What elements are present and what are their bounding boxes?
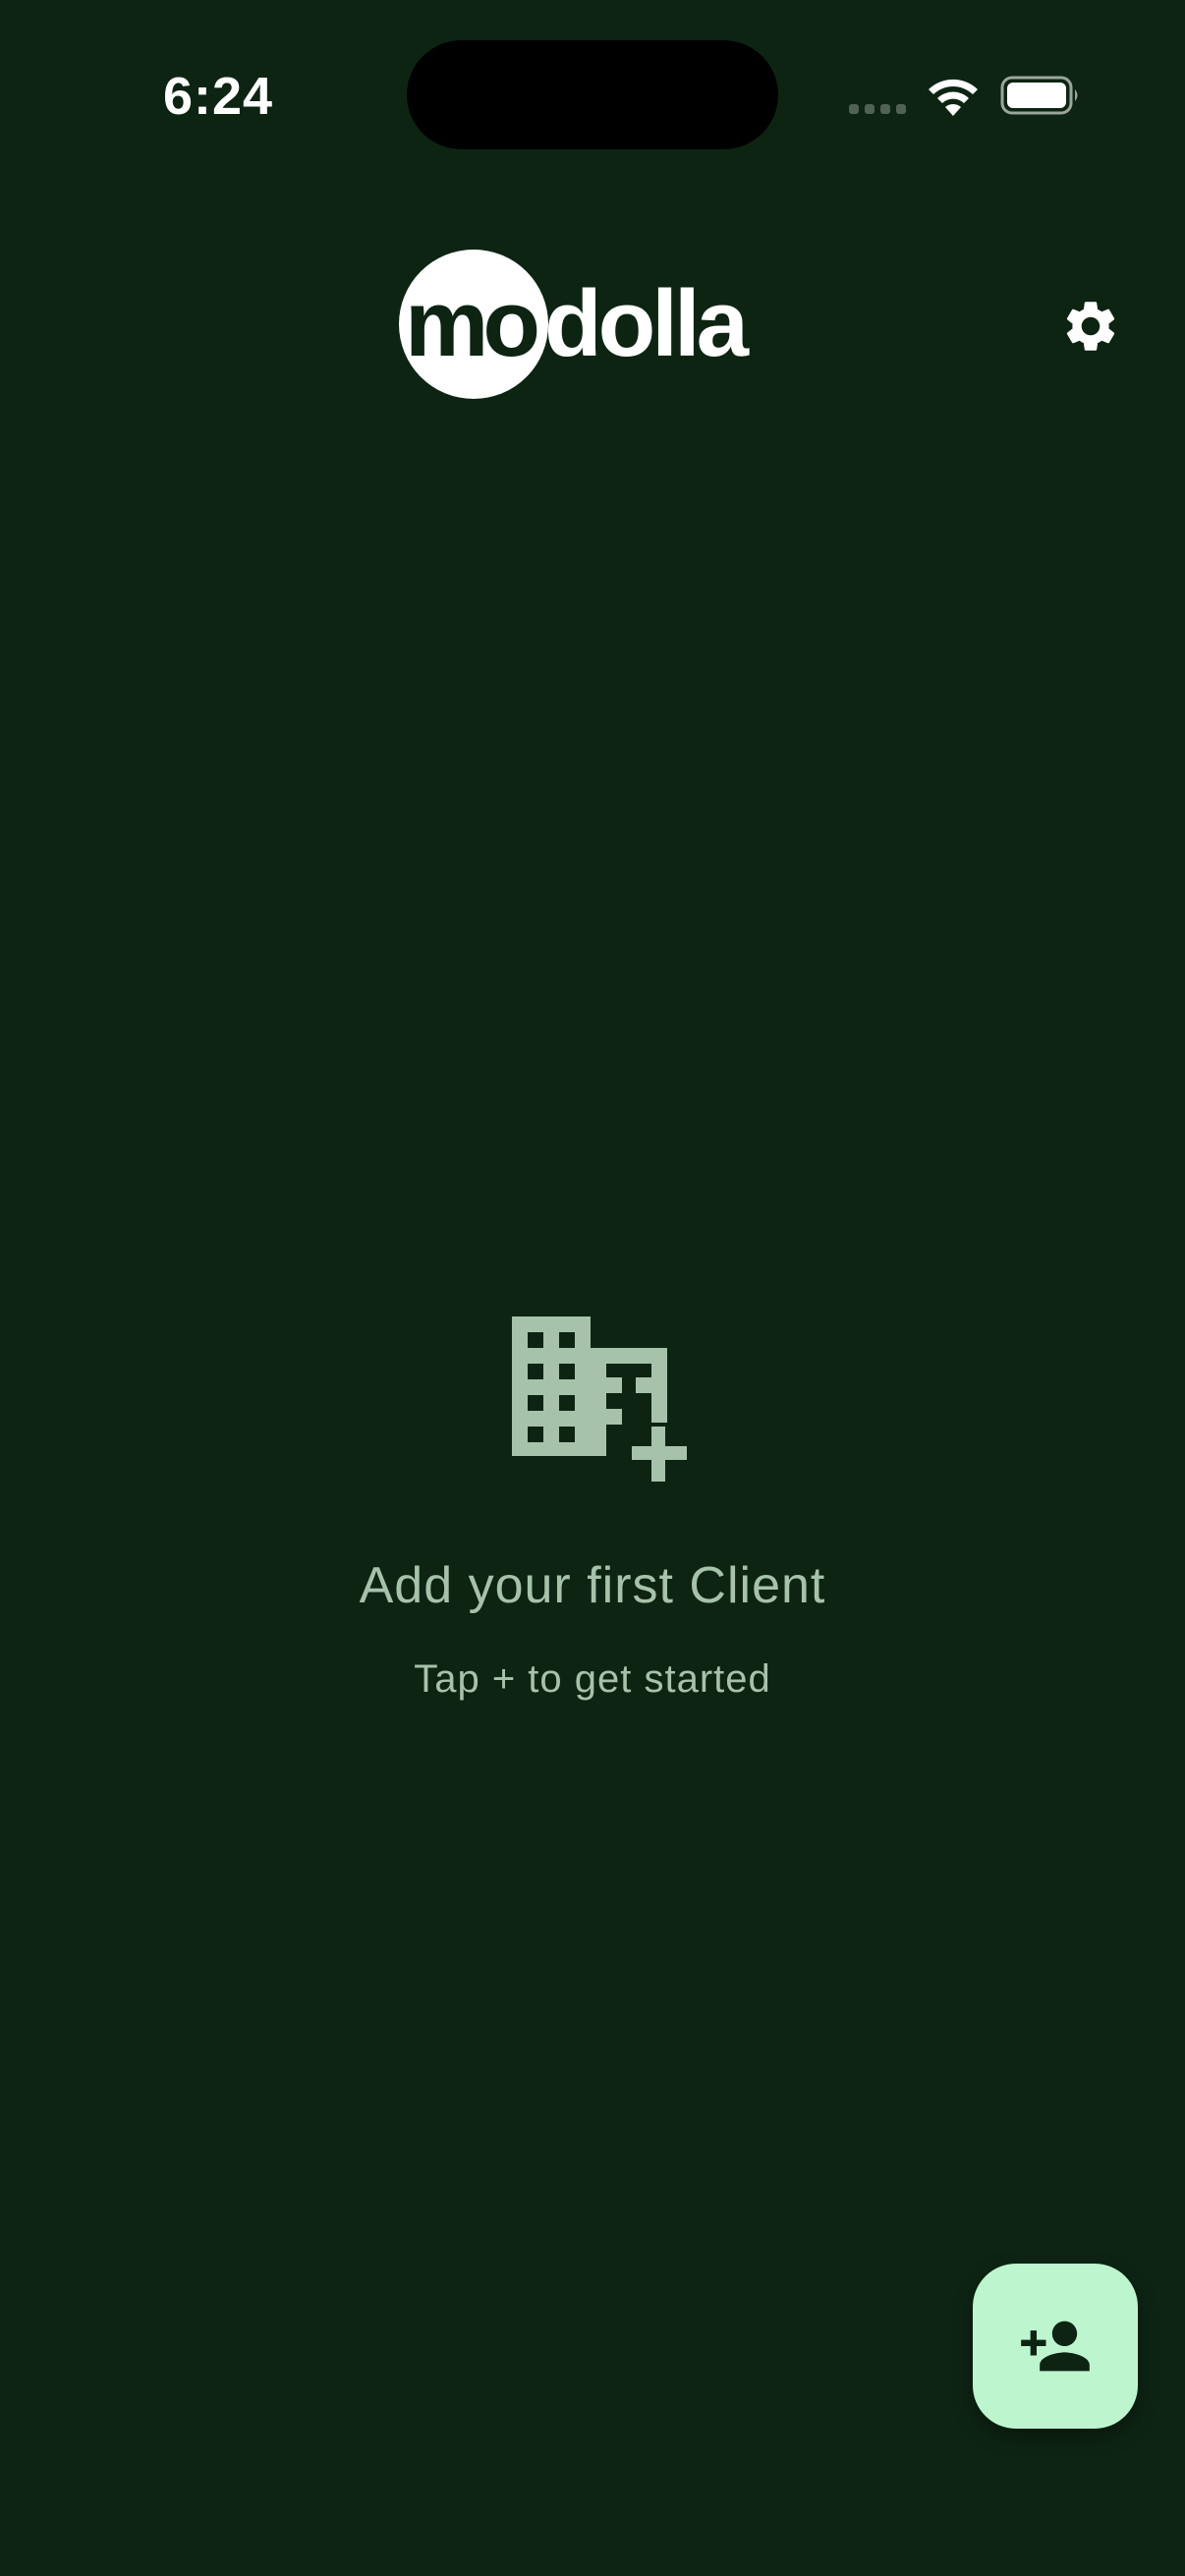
svg-text:mo: mo xyxy=(405,271,536,376)
battery-icon xyxy=(1000,76,1078,115)
person-add-icon xyxy=(1021,2321,1090,2372)
wifi-icon xyxy=(929,79,978,116)
settings-button[interactable] xyxy=(1051,287,1130,365)
empty-state-subtitle: Tap + to get started xyxy=(414,1657,771,1701)
add-client-button[interactable] xyxy=(973,2264,1138,2429)
clients-screen: 6:24 mo dolla Add your first Client Tap … xyxy=(0,0,1185,2576)
empty-state: Add your first Client Tap + to get start… xyxy=(0,1316,1185,1704)
status-time: 6:24 xyxy=(163,67,274,126)
add-business-icon xyxy=(512,1316,689,1484)
svg-text:dolla: dolla xyxy=(544,271,750,376)
gear-icon xyxy=(1066,302,1115,351)
modolla-logo: mo dolla xyxy=(399,250,754,399)
dynamic-island xyxy=(407,40,778,149)
cellular-signal-icon xyxy=(849,104,906,114)
empty-state-title: Add your first Client xyxy=(359,1557,826,1614)
